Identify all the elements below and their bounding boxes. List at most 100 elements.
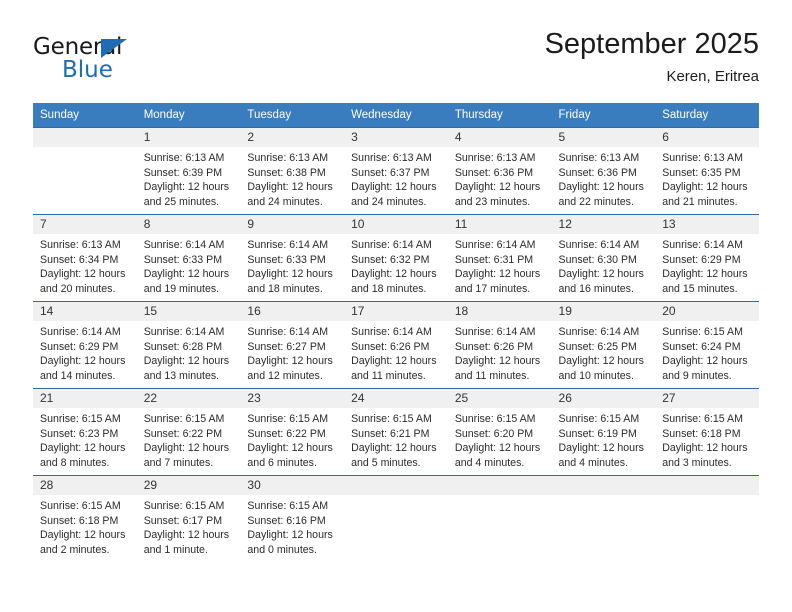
day-detail-text: Sunrise: 6:13 AM Sunset: 6:35 PM Daylight:…: [655, 147, 759, 209]
day-number: 2: [240, 128, 345, 147]
calendar-day-cell[interactable]: 6 Sunrise: 6:13 AM Sunset: 6:35 PM Daylight…: [655, 128, 759, 214]
calendar-day-cell[interactable]: 5 Sunrise: 6:13 AM Sunset: 6:36 PM Daylight…: [551, 128, 656, 214]
calendar-cell: 8 Sunrise: 6:14 AM Sunset: 6:33 PM Daylight…: [136, 214, 241, 302]
day-detail-line: Daylight: 12 hours: [351, 268, 437, 281]
day-detail-line: and 7 minutes.: [143, 456, 214, 469]
calendar-day-cell[interactable]: 2 Sunrise: 6:13 AM Sunset: 6:38 PM Daylight…: [240, 128, 345, 214]
calendar-day-cell[interactable]: 10 Sunrise: 6:14 AM Sunset: 6:32 PM Dayligh…: [344, 215, 448, 301]
day-number: 11: [447, 215, 552, 234]
day-detail-line: Daylight: 12 hours: [558, 268, 644, 281]
day-detail-line: Sunset: 6:38 PM: [247, 166, 326, 179]
calendar-cell: 4 Sunrise: 6:13 AM Sunset: 6:36 PM Daylight…: [447, 127, 552, 215]
day-detail-line: Sunset: 6:33 PM: [247, 253, 326, 266]
day-number: 17: [344, 302, 448, 321]
calendar-cell: [344, 475, 448, 562]
calendar-day-cell[interactable]: 21 Sunrise: 6:15 AM Sunset: 6:23 PM Dayligh…: [33, 389, 137, 475]
day-detail-line: Daylight: 12 hours: [558, 181, 644, 194]
day-number: 22: [136, 389, 241, 408]
calendar-day-cell[interactable]: 9 Sunrise: 6:14 AM Sunset: 6:33 PM Daylight…: [240, 215, 345, 301]
calendar-week-row: 21 Sunrise: 6:15 AM Sunset: 6:23 PM Dayligh…: [33, 388, 759, 476]
calendar-week-row: 1 Sunrise: 6:13 AM Sunset: 6:39 PM Daylight…: [33, 127, 759, 215]
calendar-week-row: 7 Sunrise: 6:13 AM Sunset: 6:34 PM Daylight…: [33, 214, 759, 302]
day-detail-line: Sunrise: 6:15 AM: [247, 500, 329, 512]
calendar-day-cell[interactable]: 22 Sunrise: 6:15 AM Sunset: 6:22 PM Dayligh…: [136, 389, 241, 475]
day-detail-line: and 15 minutes.: [662, 282, 738, 295]
calendar-week-row: 28 Sunrise: 6:15 AM Sunset: 6:18 PM Dayligh…: [33, 475, 759, 562]
calendar-day-cell[interactable]: 7 Sunrise: 6:13 AM Sunset: 6:34 PM Daylight…: [33, 215, 137, 301]
day-detail-text: Sunrise: 6:13 AM Sunset: 6:36 PM Daylight:…: [552, 147, 656, 209]
day-detail-line: and 10 minutes.: [558, 369, 634, 382]
calendar-day-cell[interactable]: 14 Sunrise: 6:14 AM Sunset: 6:29 PM Dayligh…: [33, 302, 137, 388]
day-detail-line: Sunrise: 6:15 AM: [40, 500, 121, 512]
calendar-day-cell-empty: [655, 476, 759, 562]
day-detail-text: Sunrise: 6:15 AM Sunset: 6:21 PM Daylight:…: [344, 408, 448, 470]
day-number: 29: [136, 476, 241, 495]
calendar-day-cell[interactable]: 26 Sunrise: 6:15 AM Sunset: 6:19 PM Dayligh…: [551, 389, 656, 475]
day-detail-line: Daylight: 12 hours: [143, 355, 230, 368]
day-detail-line: Sunset: 6:25 PM: [558, 340, 637, 353]
day-detail-text: Sunrise: 6:14 AM Sunset: 6:30 PM Daylight:…: [552, 234, 656, 296]
calendar-day-cell-empty: [344, 476, 448, 562]
day-detail-text: Sunrise: 6:14 AM Sunset: 6:29 PM Daylight:…: [33, 321, 137, 383]
day-detail-line: Daylight: 12 hours: [247, 529, 333, 542]
calendar-day-cell[interactable]: 15 Sunrise: 6:14 AM Sunset: 6:28 PM Dayligh…: [136, 302, 241, 388]
day-detail-line: Sunrise: 6:13 AM: [454, 152, 536, 164]
calendar-cell: [447, 475, 552, 562]
day-detail-line: Sunrise: 6:14 AM: [143, 326, 225, 338]
day-detail-line: Sunrise: 6:14 AM: [558, 239, 640, 251]
day-detail-line: Sunrise: 6:15 AM: [662, 413, 743, 425]
day-detail-line: and 3 minutes.: [662, 456, 732, 469]
calendar-day-cell[interactable]: 23 Sunrise: 6:15 AM Sunset: 6:22 PM Dayligh…: [240, 389, 345, 475]
day-detail-line: Daylight: 12 hours: [662, 181, 748, 194]
calendar-day-cell[interactable]: 20 Sunrise: 6:15 AM Sunset: 6:24 PM Dayligh…: [655, 302, 759, 388]
day-detail-line: Sunrise: 6:14 AM: [662, 239, 743, 251]
calendar-day-cell-empty: [33, 128, 137, 214]
day-detail-line: Daylight: 12 hours: [558, 355, 644, 368]
calendar-day-cell[interactable]: 29 Sunrise: 6:15 AM Sunset: 6:17 PM Dayligh…: [136, 476, 241, 562]
calendar-day-cell[interactable]: 1 Sunrise: 6:13 AM Sunset: 6:39 PM Daylight…: [136, 128, 241, 214]
calendar-cell: 19 Sunrise: 6:14 AM Sunset: 6:25 PM Dayligh…: [551, 301, 656, 389]
calendar-day-cell[interactable]: 11 Sunrise: 6:14 AM Sunset: 6:31 PM Dayligh…: [447, 215, 552, 301]
calendar-day-cell[interactable]: 8 Sunrise: 6:14 AM Sunset: 6:33 PM Daylight…: [136, 215, 241, 301]
day-detail-line: Daylight: 12 hours: [40, 268, 126, 281]
calendar-day-cell[interactable]: 19 Sunrise: 6:14 AM Sunset: 6:25 PM Dayligh…: [551, 302, 656, 388]
calendar-header-row: Sunday Monday Tuesday Wednesday Thursday Frid…: [33, 103, 759, 128]
day-number: 26: [551, 389, 656, 408]
calendar-day-cell[interactable]: 4 Sunrise: 6:13 AM Sunset: 6:36 PM Daylight…: [447, 128, 552, 214]
calendar-cell: 11 Sunrise: 6:14 AM Sunset: 6:31 PM Dayligh…: [447, 214, 552, 302]
calendar-cell: 24 Sunrise: 6:15 AM Sunset: 6:21 PM Dayligh…: [344, 388, 448, 476]
day-detail-line: Sunset: 6:32 PM: [351, 253, 430, 266]
calendar-day-cell[interactable]: 27 Sunrise: 6:15 AM Sunset: 6:18 PM Dayligh…: [655, 389, 759, 475]
day-detail-line: Daylight: 12 hours: [40, 355, 126, 368]
day-detail-line: Sunset: 6:24 PM: [662, 340, 741, 353]
day-number: 3: [344, 128, 448, 147]
day-detail-line: and 17 minutes.: [454, 282, 531, 295]
calendar-day-cell[interactable]: 25 Sunrise: 6:15 AM Sunset: 6:20 PM Dayligh…: [447, 389, 552, 475]
calendar-day-cell[interactable]: 17 Sunrise: 6:14 AM Sunset: 6:26 PM Dayligh…: [344, 302, 448, 388]
calendar-cell: 29 Sunrise: 6:15 AM Sunset: 6:17 PM Dayligh…: [136, 475, 241, 562]
day-number: 4: [447, 128, 552, 147]
day-number: 10: [344, 215, 448, 234]
calendar-day-cell[interactable]: 28 Sunrise: 6:15 AM Sunset: 6:18 PM Dayligh…: [33, 476, 137, 562]
day-detail-line: Sunset: 6:18 PM: [40, 514, 119, 527]
day-detail-text: Sunrise: 6:14 AM Sunset: 6:26 PM Daylight:…: [344, 321, 448, 383]
calendar-day-cell[interactable]: 16 Sunrise: 6:14 AM Sunset: 6:27 PM Dayligh…: [240, 302, 345, 388]
calendar-day-cell[interactable]: 3 Sunrise: 6:13 AM Sunset: 6:37 PM Daylight…: [344, 128, 448, 214]
day-number: 1: [136, 128, 241, 147]
calendar-day-cell[interactable]: 12 Sunrise: 6:14 AM Sunset: 6:30 PM Dayligh…: [551, 215, 656, 301]
day-detail-line: Daylight: 12 hours: [40, 529, 126, 542]
day-detail-text: Sunrise: 6:14 AM Sunset: 6:27 PM Daylight:…: [240, 321, 344, 383]
day-number: 25: [447, 389, 552, 408]
day-detail-text: Sunrise: 6:15 AM Sunset: 6:23 PM Daylight:…: [33, 408, 137, 470]
day-number: 27: [655, 389, 759, 408]
calendar-day-cell[interactable]: 24 Sunrise: 6:15 AM Sunset: 6:21 PM Dayligh…: [344, 389, 448, 475]
calendar-day-cell[interactable]: 13 Sunrise: 6:14 AM Sunset: 6:29 PM Dayligh…: [655, 215, 759, 301]
day-detail-line: Sunrise: 6:15 AM: [662, 326, 743, 338]
calendar-day-cell[interactable]: 30 Sunrise: 6:15 AM Sunset: 6:16 PM Dayligh…: [240, 476, 345, 562]
day-detail-line: Sunrise: 6:13 AM: [558, 152, 640, 164]
day-detail-line: Sunset: 6:21 PM: [351, 427, 430, 440]
calendar-cell: 25 Sunrise: 6:15 AM Sunset: 6:20 PM Dayligh…: [447, 388, 552, 476]
calendar-day-cell[interactable]: 18 Sunrise: 6:14 AM Sunset: 6:26 PM Dayligh…: [447, 302, 552, 388]
day-detail-line: Sunset: 6:33 PM: [143, 253, 223, 266]
day-detail-line: Sunset: 6:30 PM: [558, 253, 637, 266]
